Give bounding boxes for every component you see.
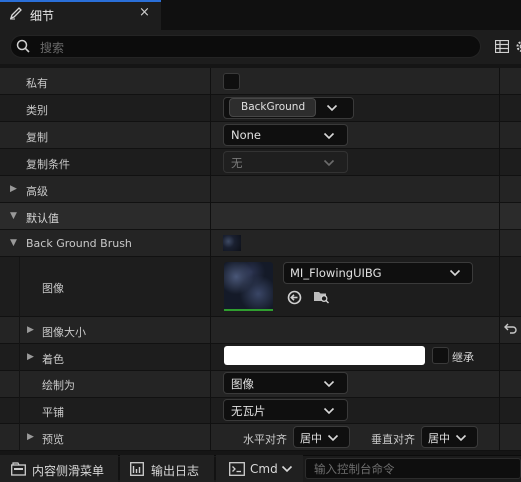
reset-arrow-icon[interactable] — [504, 323, 517, 334]
private-checkbox[interactable] — [223, 73, 240, 90]
pencil-icon — [9, 7, 22, 20]
v-align-label: 垂直对齐 — [371, 433, 415, 446]
row-label: Back Ground Brush — [26, 237, 132, 250]
chevron-down-icon — [323, 407, 335, 415]
search-icon — [16, 39, 30, 53]
caret-right-icon[interactable]: ▶ — [10, 184, 17, 194]
row-label: 复制条件 — [26, 158, 70, 171]
terminal-icon — [229, 462, 245, 476]
h-align-label: 水平对齐 — [243, 433, 287, 446]
caret-right-icon[interactable]: ▶ — [27, 432, 34, 442]
row-private — [0, 68, 521, 95]
row-label: 平铺 — [42, 406, 64, 419]
section-title: 默认值 — [26, 212, 59, 225]
tab-details[interactable] — [0, 0, 161, 30]
replication-condition-value: 无 — [231, 156, 243, 170]
caret-right-icon[interactable]: ▶ — [27, 325, 34, 335]
chevron-down-icon — [327, 434, 339, 442]
content-drawer-icon — [11, 462, 26, 476]
h-align-value: 居中 — [300, 432, 322, 445]
thumbnail-underline — [224, 309, 273, 311]
inherit-checkbox[interactable] — [432, 347, 449, 364]
caret-down-icon[interactable]: ▼ — [10, 211, 17, 221]
tiling-value: 无瓦片 — [231, 404, 266, 418]
v-align-value: 居中 — [428, 432, 450, 445]
close-icon[interactable]: × — [139, 5, 150, 20]
output-log-icon — [130, 462, 144, 476]
row-label: 着色 — [42, 353, 64, 366]
content-drawer-label: 内容侧滑菜单 — [32, 464, 105, 478]
search-placeholder: 搜索 — [40, 41, 65, 55]
chevron-down-icon — [323, 132, 335, 140]
cmd-label: Cmd — [250, 462, 278, 476]
section-default-value[interactable] — [0, 203, 521, 230]
brush-thumbnail — [223, 235, 241, 251]
chevron-down-icon — [326, 104, 338, 112]
table-view-icon[interactable] — [495, 40, 509, 53]
caret-down-icon[interactable]: ▼ — [10, 238, 17, 248]
use-selected-icon[interactable] — [287, 290, 302, 305]
category-value: BackGround — [241, 101, 306, 113]
row-advanced[interactable] — [0, 176, 521, 203]
search-input[interactable] — [10, 35, 481, 58]
row-label: 私有 — [26, 77, 48, 90]
row-label: 图像 — [42, 282, 64, 295]
output-log-label: 输出日志 — [151, 464, 200, 478]
chevron-down-icon — [449, 269, 461, 277]
row-label: 类别 — [26, 104, 48, 117]
chevron-down-icon — [323, 159, 335, 167]
column-divider — [210, 68, 211, 451]
chevron-down-icon — [323, 380, 335, 388]
chevron-down-icon — [455, 434, 467, 442]
row-label: 绘制为 — [42, 379, 75, 392]
inherit-label: 继承 — [452, 351, 474, 364]
image-thumbnail[interactable] — [224, 262, 273, 311]
replication-value: None — [231, 128, 262, 142]
console-placeholder: 输入控制台命令 — [314, 462, 395, 476]
tab-title: 细节 — [30, 9, 55, 23]
caret-right-icon[interactable]: ▶ — [27, 352, 34, 362]
gear-icon[interactable] — [515, 40, 521, 53]
browse-folder-icon[interactable] — [313, 289, 330, 304]
row-label: 预览 — [42, 433, 64, 446]
row-label: 复制 — [26, 131, 48, 144]
row-label: 高级 — [26, 185, 48, 198]
tint-color-swatch[interactable] — [224, 346, 425, 365]
draw-as-value: 图像 — [231, 377, 254, 391]
chevron-down-icon — [281, 465, 293, 473]
column-divider — [499, 68, 500, 451]
indent-divider — [19, 257, 20, 451]
image-asset-value: MI_FlowingUIBG — [290, 266, 382, 280]
row-label: 图像大小 — [42, 326, 86, 339]
